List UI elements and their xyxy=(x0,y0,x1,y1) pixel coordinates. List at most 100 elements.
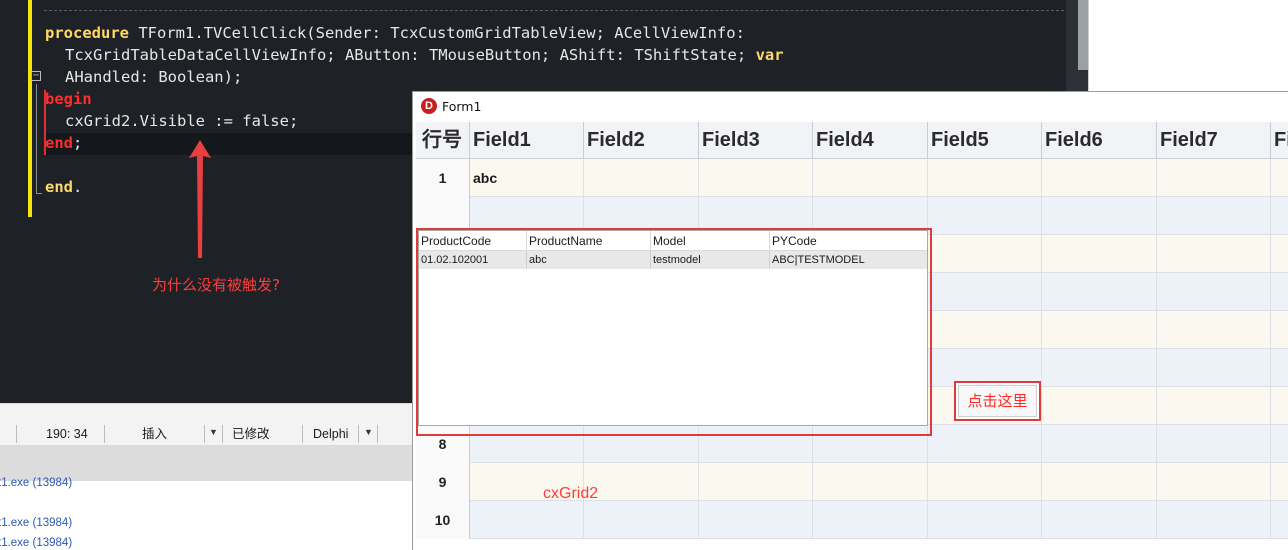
row-number: 10 xyxy=(416,501,470,539)
code-line-2: TcxGridTableDataCellViewInfo; AButton: T… xyxy=(65,44,784,66)
grid-cell[interactable] xyxy=(1271,501,1288,539)
grid-cell[interactable] xyxy=(1042,197,1157,235)
language-selector[interactable]: Delphi xyxy=(313,423,348,445)
fold-guide-end xyxy=(36,193,42,194)
grid-cell[interactable] xyxy=(1157,273,1271,311)
grid-cell[interactable] xyxy=(928,235,1042,273)
cell-value[interactable]: abc xyxy=(473,159,497,197)
column-header-field1[interactable]: Field1 xyxy=(470,122,584,159)
annotation-question: 为什么没有被触发? xyxy=(152,276,280,294)
grid-cell[interactable] xyxy=(1157,159,1271,197)
grid-cell[interactable] xyxy=(1271,463,1288,501)
grid-cell[interactable] xyxy=(1157,425,1271,463)
column-header-rownum[interactable]: 行号 xyxy=(416,122,470,159)
code-line-4: begin xyxy=(45,88,92,110)
grid-cell[interactable] xyxy=(1157,235,1271,273)
side-panel xyxy=(1088,0,1288,92)
grid-cell[interactable] xyxy=(470,501,584,539)
window-title: Form1 xyxy=(442,99,482,114)
grid-cell[interactable] xyxy=(928,273,1042,311)
cxgrid1[interactable]: 行号 Field1 Field2 Field3 Field4 Field5 Fi… xyxy=(416,122,1288,550)
table-row[interactable]: 1 abc xyxy=(416,159,1288,197)
grid-cell[interactable] xyxy=(699,501,813,539)
grid-cell[interactable] xyxy=(1157,501,1271,539)
row-number: 1 xyxy=(416,159,470,197)
grid-cell[interactable] xyxy=(699,159,813,197)
grid-cell[interactable] xyxy=(1157,463,1271,501)
keyword: procedure xyxy=(45,24,129,42)
grid-cell[interactable] xyxy=(1271,159,1288,197)
grid-cell[interactable] xyxy=(1271,425,1288,463)
grid-cell[interactable] xyxy=(1157,197,1271,235)
column-header-field6[interactable]: Field6 xyxy=(1042,122,1157,159)
grid-cell[interactable] xyxy=(928,197,1042,235)
statusbar-separator xyxy=(302,425,303,443)
code-fragment: . xyxy=(73,178,83,196)
grid-cell[interactable] xyxy=(1271,235,1288,273)
messages-panel[interactable]: t1.exe (13984) t1.exe (13984) t1.exe (13… xyxy=(0,477,412,550)
grid-cell[interactable] xyxy=(1271,311,1288,349)
grid-cell[interactable] xyxy=(1157,311,1271,349)
form1-window[interactable]: D Form1 行号 Field1 Field2 Field3 Field4 F… xyxy=(412,91,1288,550)
statusbar-separator xyxy=(204,425,205,443)
form1-titlebar[interactable]: D Form1 xyxy=(413,92,1288,121)
grid-cell[interactable] xyxy=(928,501,1042,539)
table-row[interactable]: 10 xyxy=(416,501,1288,539)
grid-cell[interactable] xyxy=(813,463,928,501)
grid-cell[interactable] xyxy=(1157,349,1271,387)
message-line[interactable]: t1.exe (13984) xyxy=(0,477,72,489)
grid-cell[interactable] xyxy=(1042,311,1157,349)
grid-cell[interactable] xyxy=(1042,273,1157,311)
grid-cell[interactable] xyxy=(813,159,928,197)
keyword: var xyxy=(755,46,784,64)
row-number: 9 xyxy=(416,463,470,501)
code-line-1: procedure TForm1.TVCellClick(Sender: Tcx… xyxy=(45,22,745,44)
code-line-6: end; xyxy=(45,132,82,154)
column-header-field8[interactable]: Fi xyxy=(1271,122,1288,159)
grid-cell[interactable] xyxy=(1271,387,1288,425)
grid-cell[interactable] xyxy=(1271,197,1288,235)
grid-cell[interactable] xyxy=(928,159,1042,197)
code-fragment: TcxGridTableDataCellViewInfo; AButton: T… xyxy=(65,46,756,64)
message-line[interactable]: t1.exe (13984) xyxy=(0,537,72,549)
code-line-3: AHandled: Boolean); xyxy=(65,68,243,86)
grid-cell[interactable] xyxy=(584,159,699,197)
code-text[interactable]: procedure TForm1.TVCellClick(Sender: Tcx… xyxy=(0,0,784,196)
language-dropdown-icon[interactable]: ▼ xyxy=(364,427,373,437)
click-here-cell[interactable]: 点击这里 xyxy=(958,385,1037,417)
grid-cell[interactable] xyxy=(928,463,1042,501)
cursor-position: 190: 34 xyxy=(46,427,88,441)
grid-cell[interactable] xyxy=(1042,425,1157,463)
column-header-field4[interactable]: Field4 xyxy=(813,122,928,159)
grid-cell[interactable] xyxy=(1042,159,1157,197)
column-header-field7[interactable]: Field7 xyxy=(1157,122,1271,159)
grid-cell[interactable] xyxy=(1042,349,1157,387)
insert-mode[interactable]: 插入 xyxy=(142,423,167,445)
grid-cell[interactable] xyxy=(1042,501,1157,539)
modified-status: 已修改 xyxy=(232,427,270,441)
cxgrid2-annotation-label: cxGrid2 xyxy=(543,485,599,502)
grid-cell[interactable] xyxy=(928,311,1042,349)
column-header-field3[interactable]: Field3 xyxy=(699,122,813,159)
grid-cell[interactable] xyxy=(584,501,699,539)
message-line[interactable]: t1.exe (13984) xyxy=(0,517,72,529)
editor-scrollbar-thumb[interactable] xyxy=(1078,0,1088,70)
column-header-field2[interactable]: Field2 xyxy=(584,122,699,159)
grid-cell[interactable] xyxy=(699,463,813,501)
column-header-field5[interactable]: Field5 xyxy=(928,122,1042,159)
grid-cell[interactable] xyxy=(928,425,1042,463)
grid-header: 行号 Field1 Field2 Field3 Field4 Field5 Fi… xyxy=(416,122,1288,159)
grid-cell[interactable] xyxy=(1042,463,1157,501)
insert-mode-dropdown-icon[interactable]: ▼ xyxy=(209,427,218,437)
grid-cell[interactable] xyxy=(1042,387,1157,425)
statusbar-separator xyxy=(16,425,17,443)
statusbar-separator xyxy=(377,425,378,443)
grid-cell[interactable] xyxy=(1157,387,1271,425)
grid-cell[interactable] xyxy=(1271,273,1288,311)
statusbar-separator xyxy=(222,425,223,443)
grid-cell[interactable] xyxy=(1271,349,1288,387)
click-here-highlight-box: 点击这里 xyxy=(954,381,1041,421)
grid-cell[interactable] xyxy=(584,463,699,501)
grid-cell[interactable] xyxy=(1042,235,1157,273)
grid-cell[interactable] xyxy=(813,501,928,539)
